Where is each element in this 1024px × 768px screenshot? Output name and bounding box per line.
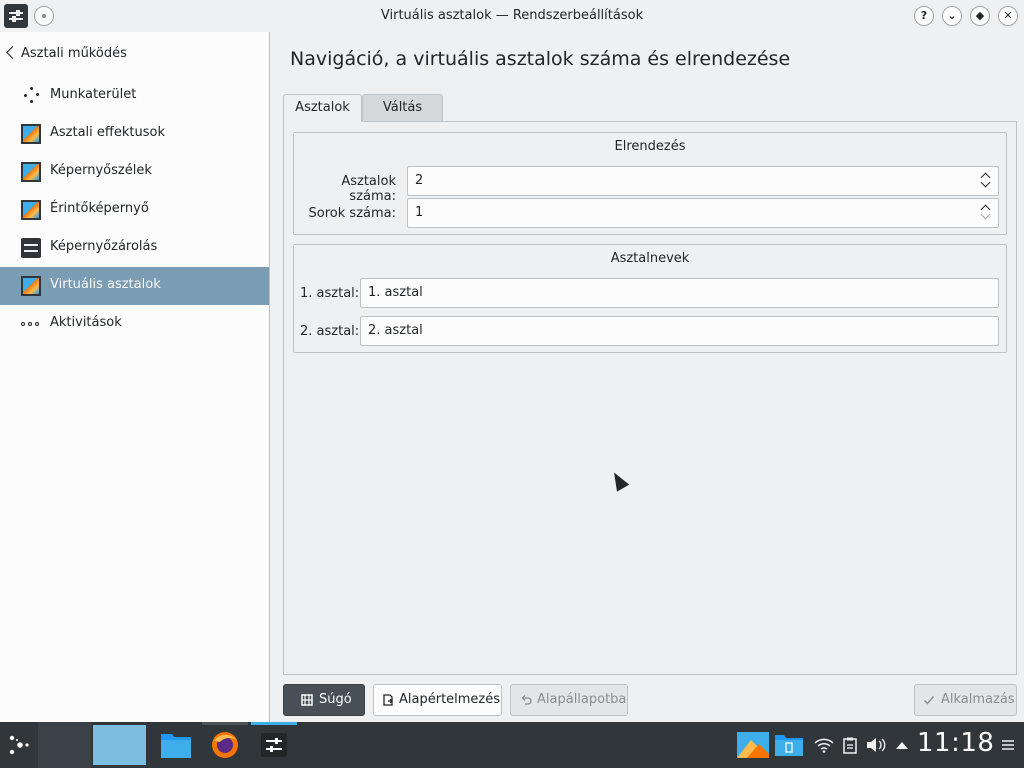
desktop-1-name-input[interactable]: 1. asztal <box>360 278 999 308</box>
sidebar-item-screen-edges[interactable]: Képernyőszélek <box>0 153 269 191</box>
sidebar-item-label: Képernyőzárolás <box>50 239 158 254</box>
reset-button-label: Alapállapotba <box>537 692 627 707</box>
desktop-2-label: 2. asztal: <box>300 324 360 339</box>
sidebar: Asztali működés Munkaterület Asztali eff… <box>0 32 270 722</box>
tab-panel-desktops: Elrendezés Asztalok száma: 2 Sorok száma… <box>283 121 1017 675</box>
document-defaults-icon <box>383 694 393 706</box>
desktop-count-value: 2 <box>415 173 424 188</box>
hamburger-icon <box>1002 740 1014 750</box>
help-context-button[interactable]: ? <box>914 6 934 26</box>
apply-button[interactable]: Alkalmazás <box>914 684 1017 716</box>
clipboard-icon <box>843 737 857 754</box>
chevron-down-icon <box>980 209 991 220</box>
apply-button-label: Alkalmazás <box>941 692 1015 707</box>
tray-volume[interactable] <box>864 722 888 768</box>
digital-clock[interactable]: 11:18 <box>917 728 994 758</box>
triangle-up-icon <box>896 742 908 749</box>
minimize-button[interactable]: ⌄ <box>942 6 962 26</box>
sidebar-item-activities[interactable]: Aktivitások <box>0 305 269 343</box>
app-launcher-button[interactable] <box>0 722 36 768</box>
pager-desktop-2[interactable] <box>93 725 146 765</box>
layout-group: Elrendezés Asztalok száma: 2 Sorok száma… <box>293 132 1007 235</box>
maximize-button[interactable]: ◆ <box>970 6 990 26</box>
workspace-icon <box>21 86 41 106</box>
desktop-2-name-value: 2. asztal <box>368 323 423 338</box>
rows-spinbox[interactable]: 1 <box>407 198 999 228</box>
desktop-names-group: Asztalnevek 1. asztal: 1. asztal 2. aszt… <box>293 244 1007 353</box>
back-label: Asztali működés <box>21 46 127 61</box>
touchscreen-icon <box>21 200 41 220</box>
sidebar-item-label: Munkaterület <box>50 87 137 102</box>
help-icon <box>301 694 313 706</box>
layout-group-title: Elrendezés <box>614 139 686 154</box>
trash-folder-icon <box>775 735 803 756</box>
sidebar-item-screen-lock[interactable]: Képernyőzárolás <box>0 229 269 267</box>
desktop-1-name-value: 1. asztal <box>368 285 423 300</box>
desktop-count-label: Asztalok száma: <box>341 174 396 204</box>
task-firefox[interactable] <box>205 722 245 768</box>
reset-button[interactable]: Alapállapotba <box>510 684 628 716</box>
chevron-down-icon <box>980 177 991 188</box>
screen-edges-icon <box>21 162 41 182</box>
tray-clipboard[interactable] <box>840 722 860 768</box>
help-button-label: Súgó <box>319 692 352 707</box>
wifi-icon <box>814 738 834 753</box>
close-button[interactable]: ✕ <box>998 6 1018 26</box>
desktop-2-name-input[interactable]: 2. asztal <box>360 316 999 346</box>
defaults-button-label: Alapértelmezés <box>399 692 501 707</box>
window-titlebar: Virtuális asztalok — Rendszerbeállítások… <box>0 0 1024 32</box>
tray-network[interactable] <box>812 722 836 768</box>
rows-value: 1 <box>415 205 424 220</box>
pager-desktop-1[interactable] <box>38 722 91 768</box>
spin-arrows[interactable] <box>980 202 992 224</box>
chevron-left-icon <box>6 46 19 59</box>
chevron-down-icon: ⌄ <box>947 9 957 22</box>
sidebar-item-label: Képernyőszélek <box>50 163 152 178</box>
sidebar-item-label: Virtuális asztalok <box>50 277 161 292</box>
window-title: Virtuális asztalok — Rendszerbeállítások <box>380 8 644 23</box>
speaker-icon <box>867 738 886 752</box>
checkmark-icon <box>924 696 935 705</box>
activities-icon <box>21 314 41 334</box>
task-system-settings[interactable] <box>254 722 294 768</box>
defaults-button[interactable]: Alapértelmezés <box>373 684 502 716</box>
tray-desktop-switcher[interactable] <box>736 722 770 768</box>
firefox-icon <box>212 732 238 758</box>
tab-switching[interactable]: Váltás <box>362 94 443 122</box>
sidebar-item-label: Aktivitások <box>50 315 122 330</box>
tray-expand-button[interactable] <box>892 722 912 768</box>
plasma-launcher-icon <box>9 735 29 755</box>
rows-label: Sorok száma: <box>308 206 396 221</box>
task-dolphin[interactable] <box>156 722 196 768</box>
tab-desktops[interactable]: Asztalok <box>283 94 362 122</box>
sidebar-item-label: Érintőképernyő <box>50 201 149 216</box>
spin-arrows[interactable] <box>980 170 992 192</box>
sidebar-item-touchscreen[interactable]: Érintőképernyő <box>0 191 269 229</box>
undo-icon <box>521 695 532 705</box>
main-panel: Navigáció, a virtuális asztalok száma és… <box>270 32 1024 722</box>
diamond-icon: ◆ <box>975 9 985 22</box>
sidebar-item-workspace[interactable]: Munkaterület <box>0 77 269 115</box>
folder-icon <box>161 734 191 758</box>
sidebar-item-virtual-desktops[interactable]: Virtuális asztalok <box>0 267 269 305</box>
desktop-effects-icon <box>21 124 41 144</box>
desktop-1-label: 1. asztal: <box>300 286 360 301</box>
tray-trash[interactable] <box>773 722 805 768</box>
desktop-count-spinbox[interactable]: 2 <box>407 166 999 196</box>
page-title: Navigáció, a virtuális asztalok száma és… <box>290 48 791 70</box>
help-button[interactable]: Súgó <box>283 684 365 716</box>
sidebar-item-label: Asztali effektusok <box>50 125 165 140</box>
close-icon: ✕ <box>1003 9 1013 22</box>
desktop-icon <box>737 732 769 758</box>
sidebar-item-desktop-effects[interactable]: Asztali effektusok <box>0 115 269 153</box>
screen-lock-icon <box>21 238 41 258</box>
back-button[interactable]: Asztali működés <box>0 32 269 76</box>
panel-menu-button[interactable] <box>998 722 1020 768</box>
desktop-names-group-title: Asztalnevek <box>610 251 690 266</box>
taskbar: 11:18 <box>0 722 1024 768</box>
system-settings-icon <box>261 733 287 757</box>
virtual-desktops-icon <box>21 276 41 296</box>
